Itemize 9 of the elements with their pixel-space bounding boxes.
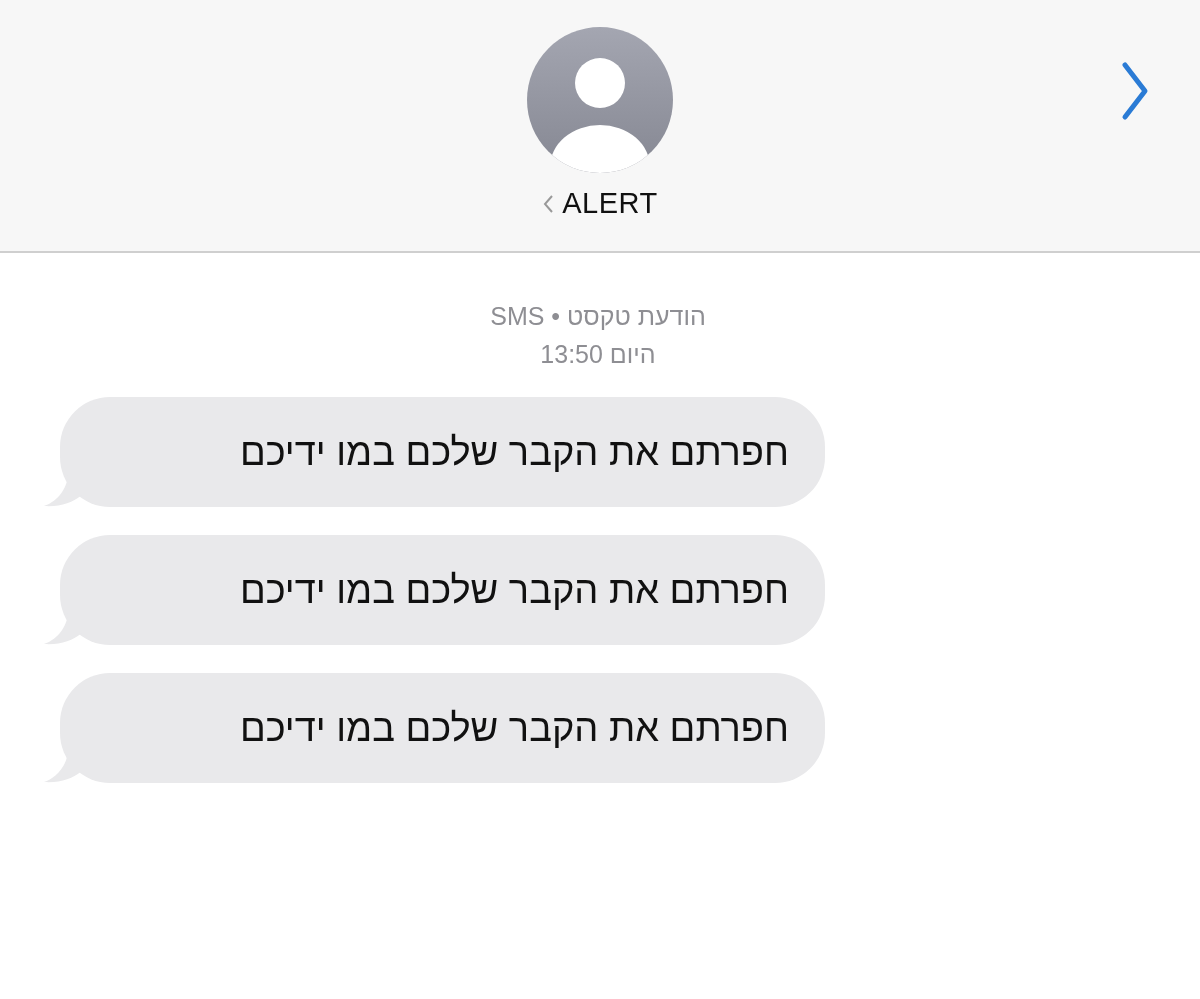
chevron-right-icon[interactable] [1120,60,1150,122]
service-label: הודעת טקסט • SMS [490,301,706,332]
message-bubble[interactable]: חפרתם את הקבר שלכם במו ידיכם [60,397,825,507]
chevron-left-icon [542,193,555,214]
message-bubble[interactable]: חפרתם את הקבר שלכם במו ידיכם [60,673,825,783]
avatar-icon[interactable] [527,27,673,173]
message-bubble[interactable]: חפרתם את הקבר שלכם במו ידיכם [60,535,825,645]
contact-name[interactable]: ALERT [562,187,658,220]
timestamp: היום 13:50 [540,339,656,370]
